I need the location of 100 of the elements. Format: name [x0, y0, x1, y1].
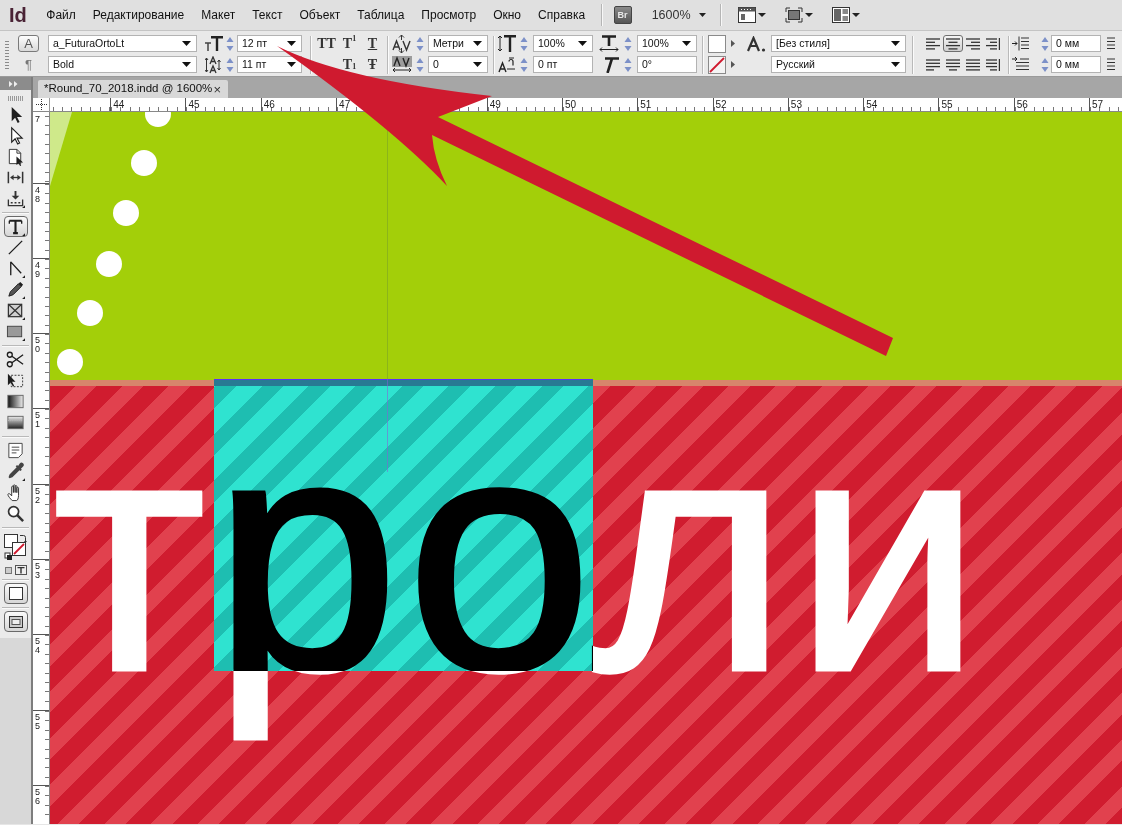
kerning-dropdown[interactable]: Метри — [428, 35, 488, 52]
leading-dropdown[interactable]: 11 пт — [237, 56, 302, 73]
horizontal-scale-dropdown[interactable]: 100% — [637, 35, 697, 52]
grip-icon[interactable] — [5, 41, 9, 70]
spinner-icon[interactable] — [520, 56, 528, 73]
ruler-number: 50 — [564, 100, 577, 110]
collapse-panel-icon[interactable] — [9, 80, 19, 87]
spinner-icon[interactable] — [1041, 35, 1049, 52]
formatting-target-icon[interactable] — [4, 565, 27, 575]
align-button[interactable] — [983, 56, 1003, 73]
window-icon — [8, 615, 23, 628]
menu-item[interactable]: Окно — [484, 9, 530, 21]
align-center-icon — [946, 37, 960, 50]
character-style-dropdown[interactable]: [Без стиля] — [771, 35, 906, 52]
fill-stroke-icon[interactable] — [3, 534, 28, 561]
vertical-scale-icon — [498, 35, 516, 52]
text-style-button[interactable]: Ŧ — [361, 56, 384, 73]
ruler-number: 52 — [35, 486, 40, 505]
screen-mode-button[interactable] — [3, 611, 28, 632]
font-style-dropdown[interactable]: Bold — [48, 56, 197, 73]
spinner-icon[interactable] — [416, 56, 424, 73]
first-line-indent-icon — [1012, 57, 1029, 72]
align-button[interactable] — [963, 56, 983, 73]
align-button[interactable] — [923, 56, 943, 73]
ruler-number: 53 — [790, 100, 802, 110]
view-options-icon[interactable] — [737, 7, 766, 23]
zoom-dropdown[interactable]: 1600% — [651, 8, 706, 22]
font-size-dropdown[interactable]: 12 пт — [237, 35, 302, 52]
text-style-button[interactable]: T — [361, 35, 384, 52]
ruler-number: 55 — [941, 100, 953, 110]
stroke-swatch-icon[interactable] — [708, 55, 726, 74]
vertical-scale-dropdown[interactable]: 100% — [533, 35, 593, 52]
view-mode-button[interactable] — [3, 583, 28, 604]
search-icon — [6, 504, 25, 523]
ruler-number: 46 — [263, 100, 275, 110]
menu-item[interactable]: Текст — [243, 9, 291, 21]
align-button[interactable] — [963, 35, 983, 52]
align-right-icon — [966, 37, 980, 50]
ruler-number: 53 — [35, 562, 40, 580]
ruler-number: 54 — [35, 637, 40, 656]
baseline-shift-field[interactable]: 0 пт — [533, 56, 593, 73]
spinner-icon[interactable] — [416, 35, 424, 52]
spinner-icon[interactable] — [624, 56, 632, 73]
menu-item[interactable]: Справка — [529, 9, 594, 21]
note-icon — [6, 441, 25, 460]
language-dropdown[interactable]: Русский — [771, 56, 906, 73]
spinner-icon[interactable] — [520, 35, 528, 52]
left-indent-field[interactable]: 0 мм — [1051, 35, 1101, 52]
align-justify-center-icon — [946, 58, 960, 71]
align-button[interactable] — [943, 56, 963, 73]
line-icon — [6, 238, 25, 257]
ruler-number: 51 — [640, 100, 652, 110]
bridge-button[interactable]: Br — [613, 6, 632, 24]
ruler-number: 48 — [35, 185, 40, 204]
screen-mode-icon[interactable] — [784, 7, 813, 23]
flyout-arrow-icon[interactable] — [731, 61, 735, 68]
menu-item[interactable]: Объект — [290, 9, 349, 21]
align-button[interactable] — [943, 35, 963, 52]
menu-item[interactable]: Редактирование — [84, 9, 193, 21]
ruler-number: 49 — [489, 100, 501, 110]
horizontal-scale-icon — [599, 35, 619, 52]
caret-icon — [182, 62, 191, 67]
ruler-number: 47 — [339, 100, 351, 110]
tool-button[interactable] — [3, 216, 28, 237]
first-line-indent-field[interactable]: 0 мм — [1051, 56, 1101, 73]
align-button[interactable] — [923, 35, 943, 52]
tracking-icon — [392, 56, 412, 73]
crossed-frame-icon — [6, 301, 25, 320]
align-justify-all-icon — [966, 58, 980, 71]
fill-swatch-icon[interactable] — [708, 34, 726, 53]
skew-field[interactable]: 0° — [637, 56, 697, 73]
align-justify-left-icon — [926, 58, 940, 71]
menu-item[interactable]: Макет — [192, 9, 244, 21]
align-away-from-spine-icon — [986, 58, 1000, 71]
ruler-origin-icon[interactable] — [35, 99, 47, 110]
baseline-shift-icon — [498, 56, 516, 73]
caret-icon — [473, 62, 482, 67]
spinner-icon[interactable] — [1041, 56, 1049, 73]
tracking-dropdown[interactable]: 0 — [428, 56, 488, 73]
arrange-documents-icon[interactable] — [831, 7, 860, 23]
flyout-arrow-icon[interactable] — [731, 40, 735, 47]
ruler-number: 7 — [35, 115, 40, 124]
menu-item[interactable]: Таблица — [348, 9, 413, 21]
spinner-icon[interactable] — [226, 56, 234, 73]
spinner-icon[interactable] — [624, 35, 632, 52]
collector-icon — [6, 189, 25, 208]
align-button[interactable] — [983, 35, 1003, 52]
text-style-button[interactable]: TT — [315, 35, 338, 52]
eyedropper-icon — [6, 462, 25, 481]
page-icon — [6, 147, 25, 166]
character-mode-button[interactable]: A — [18, 35, 39, 52]
spinner-icon[interactable] — [226, 35, 234, 52]
paragraph-mode-button[interactable]: ¶ — [18, 56, 39, 73]
menu-item[interactable]: Файл — [37, 9, 85, 21]
caret-icon — [891, 41, 900, 46]
menu-item[interactable]: Просмотр — [412, 9, 485, 21]
text-style-button[interactable]: T$^{1}$ — [338, 35, 361, 52]
close-tab-button[interactable]: × — [213, 82, 221, 96]
last-line-indent-icon — [1106, 57, 1115, 72]
font-family-dropdown[interactable]: a_FuturaOrtoLt — [48, 35, 197, 52]
